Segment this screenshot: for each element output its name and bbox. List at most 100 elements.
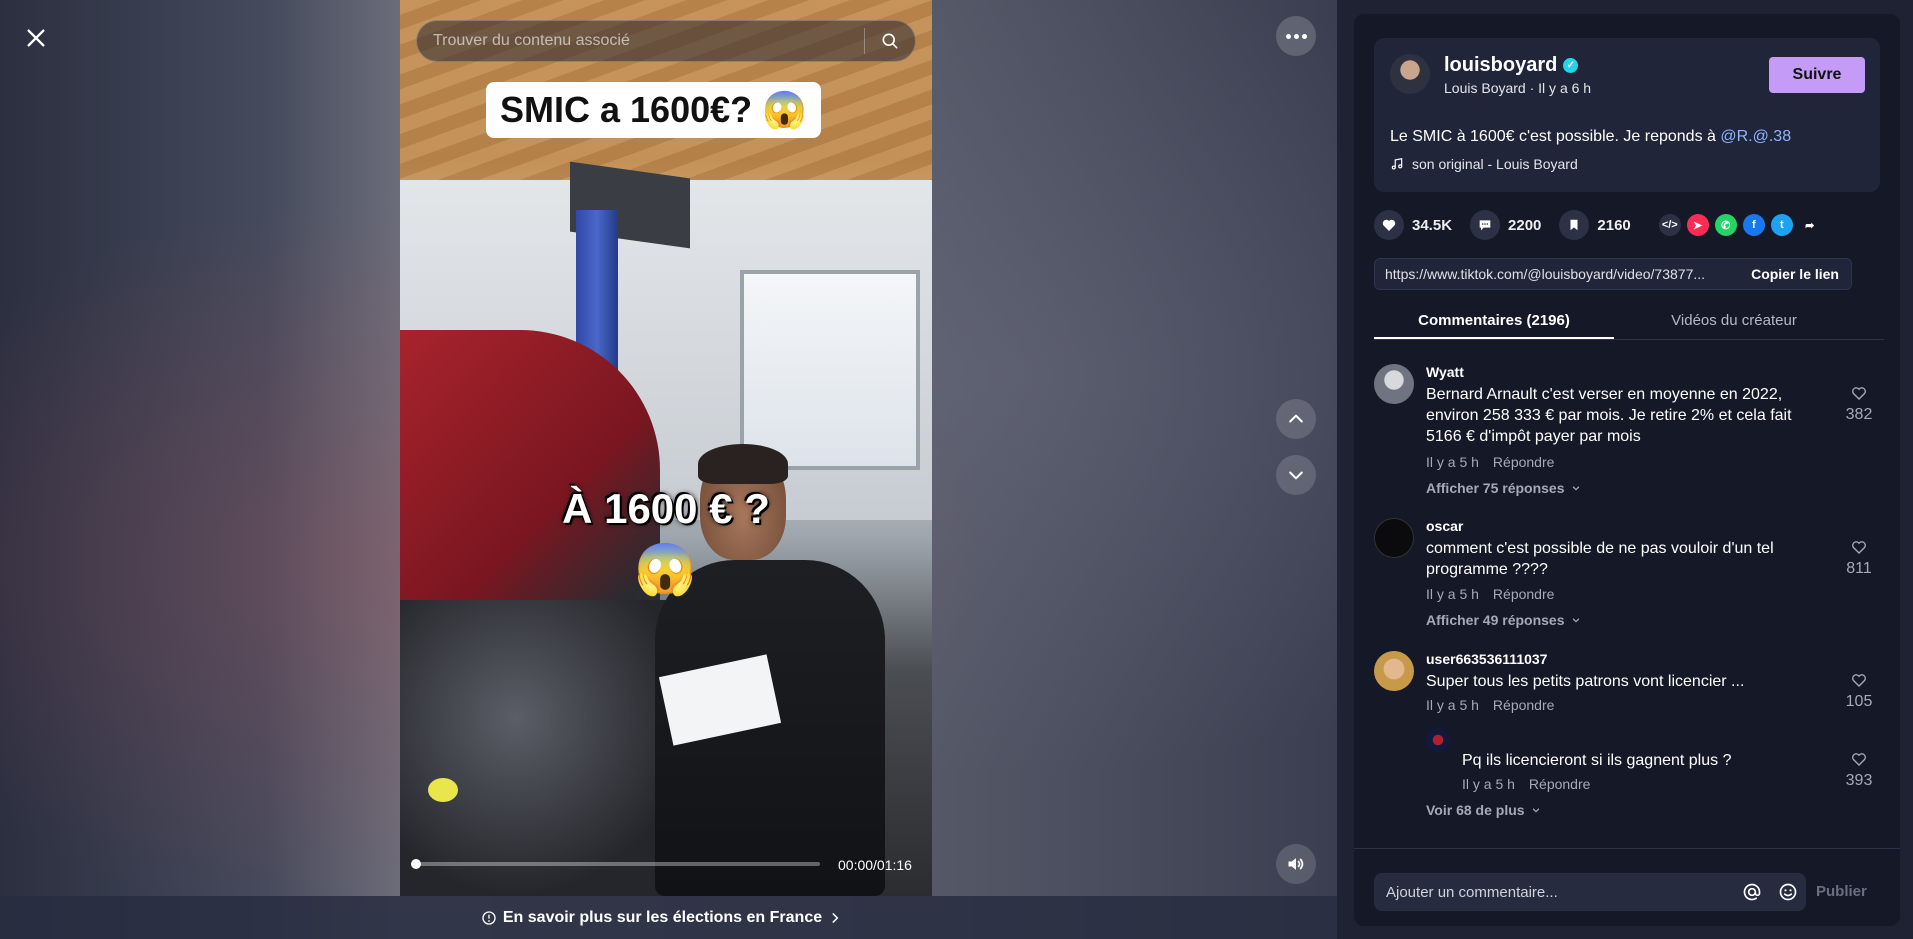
post-card: louisboyard ✓ Louis Boyard · Il y a 6 h … bbox=[1374, 38, 1880, 192]
reply-button[interactable]: Répondre bbox=[1493, 586, 1555, 602]
reply-like[interactable]: 393 bbox=[1844, 750, 1874, 790]
publish-button[interactable]: Publier bbox=[1816, 883, 1867, 900]
chevron-down-icon bbox=[1289, 471, 1303, 480]
heart-icon bbox=[1852, 674, 1866, 687]
heart-icon bbox=[1852, 541, 1866, 554]
view-more-replies-button[interactable]: Voir 68 de plus bbox=[1426, 802, 1541, 818]
comment-item: user663536111037 Super tous les petits p… bbox=[1374, 651, 1874, 713]
comment-username[interactable]: user663536111037 bbox=[1426, 651, 1547, 667]
music-link[interactable]: son original - Louis Boyard bbox=[1390, 156, 1578, 172]
chevron-right-icon bbox=[832, 912, 839, 923]
tab-comments[interactable]: Commentaires (2196) bbox=[1374, 304, 1614, 339]
save-count: 2160 bbox=[1597, 216, 1631, 234]
share-options: </> ➤ ✆ f t ➦ bbox=[1658, 214, 1821, 236]
reply-text: Pq ils licencieront si ils gagnent plus … bbox=[1462, 752, 1732, 769]
video-caption-mid: À 1600 € ? bbox=[562, 485, 770, 532]
comment-like-count: 105 bbox=[1845, 693, 1873, 710]
avatar[interactable] bbox=[1374, 518, 1414, 558]
view-replies-button[interactable]: Afficher 75 réponses bbox=[1426, 480, 1581, 496]
volume-icon bbox=[1288, 858, 1304, 870]
like-count: 34.5K bbox=[1412, 216, 1453, 234]
avatar[interactable] bbox=[1374, 651, 1414, 691]
author-meta: Louis Boyard · Il y a 6 h bbox=[1444, 80, 1592, 96]
whatsapp-icon[interactable]: ✆ bbox=[1714, 214, 1737, 236]
related-search bbox=[416, 20, 916, 62]
mention-button[interactable] bbox=[1734, 873, 1770, 911]
volume-button[interactable] bbox=[1276, 844, 1316, 884]
comment-like-count: 382 bbox=[1845, 406, 1873, 423]
progress-knob[interactable] bbox=[411, 859, 421, 869]
avatar[interactable] bbox=[1374, 364, 1414, 404]
video-link[interactable]: https://www.tiktok.com/@louisboyard/vide… bbox=[1375, 266, 1739, 282]
music-note-icon bbox=[1391, 158, 1403, 170]
comment-text: Super tous les petits patrons vont licen… bbox=[1426, 673, 1745, 690]
search-button[interactable] bbox=[865, 21, 915, 61]
share-icon[interactable]: ➦ bbox=[1799, 214, 1821, 236]
emoji-icon bbox=[1779, 883, 1797, 901]
comment-button[interactable]: 2200 bbox=[1470, 210, 1541, 240]
comment-text: comment c'est possible de ne pas vouloir… bbox=[1426, 540, 1774, 578]
comment-list: Wyatt Bernard Arnault c'est verser en mo… bbox=[1354, 350, 1900, 842]
view-replies-button[interactable]: Afficher 49 réponses bbox=[1426, 612, 1581, 628]
comment-meta: Il y a 5 h Répondre bbox=[1426, 697, 1555, 713]
follow-button[interactable]: Suivre bbox=[1769, 57, 1865, 93]
reply-like-count: 393 bbox=[1845, 772, 1873, 789]
like-button[interactable]: 34.5K bbox=[1374, 210, 1452, 240]
copy-link-button[interactable]: Copier le lien bbox=[1739, 266, 1851, 282]
next-video-button[interactable] bbox=[1276, 455, 1316, 495]
facebook-icon[interactable]: f bbox=[1742, 214, 1765, 236]
send-icon[interactable]: ➤ bbox=[1686, 214, 1709, 236]
emoji-button[interactable] bbox=[1770, 873, 1806, 911]
author-username[interactable]: louisboyard ✓ bbox=[1444, 54, 1579, 77]
previous-video-button[interactable] bbox=[1276, 399, 1316, 439]
comment-like[interactable]: 105 bbox=[1844, 671, 1874, 711]
embed-icon[interactable]: </> bbox=[1658, 214, 1681, 236]
reply-button[interactable]: Répondre bbox=[1493, 697, 1555, 713]
comment-username[interactable]: Wyatt bbox=[1426, 364, 1464, 380]
author-avatar[interactable] bbox=[1390, 54, 1430, 94]
comment-item: Wyatt Bernard Arnault c'est verser en mo… bbox=[1374, 364, 1874, 496]
avatar[interactable] bbox=[1426, 728, 1450, 752]
video-caption-top: SMIC a 1600€? 😱 bbox=[486, 82, 821, 138]
reply-meta: Il y a 5 h Répondre bbox=[1462, 776, 1591, 792]
comment-like[interactable]: 382 bbox=[1844, 384, 1874, 424]
comment-like-count: 811 bbox=[1846, 560, 1872, 577]
comment-text: Bernard Arnault c'est verser en moyenne … bbox=[1426, 386, 1792, 445]
comment-icon bbox=[1479, 220, 1491, 231]
comment-like[interactable]: 811 bbox=[1844, 538, 1874, 578]
save-button[interactable]: 2160 bbox=[1559, 210, 1631, 240]
heart-icon bbox=[1382, 219, 1396, 231]
search-input[interactable] bbox=[417, 32, 864, 50]
comment-username[interactable]: oscar bbox=[1426, 518, 1463, 534]
tab-creator-videos[interactable]: Vidéos du créateur bbox=[1614, 304, 1854, 339]
panel-tabs: Commentaires (2196) Vidéos du créateur bbox=[1374, 304, 1884, 340]
election-banner: En savoir plus sur les élections en Fran… bbox=[0, 896, 1337, 939]
comment-count: 2200 bbox=[1508, 216, 1542, 234]
progress-bar[interactable] bbox=[411, 859, 820, 869]
verified-icon: ✓ bbox=[1563, 58, 1579, 73]
comment-composer: Publier bbox=[1354, 848, 1900, 926]
bookmark-icon bbox=[1570, 219, 1578, 231]
reply-button[interactable]: Répondre bbox=[1529, 776, 1591, 792]
video-time: 00:00/01:16 bbox=[838, 857, 912, 873]
reply-button[interactable]: Répondre bbox=[1493, 454, 1555, 470]
link-box: https://www.tiktok.com/@louisboyard/vide… bbox=[1374, 258, 1852, 290]
close-button[interactable] bbox=[18, 20, 54, 56]
detail-panel-inner: louisboyard ✓ Louis Boyard · Il y a 6 h … bbox=[1354, 14, 1900, 926]
heart-icon bbox=[1852, 753, 1866, 766]
video-player[interactable]: SMIC a 1600€? 😱 À 1600 € ? 😱 00:00/01:16 bbox=[400, 0, 932, 896]
comment-input[interactable] bbox=[1374, 883, 1734, 901]
more-icon bbox=[1285, 33, 1291, 39]
at-icon bbox=[1743, 883, 1761, 901]
engagement-stats: 34.5K 2200 2160 </> ➤ ✆ f t ➦ bbox=[1374, 210, 1884, 240]
election-link[interactable]: En savoir plus sur les élections en Fran… bbox=[481, 909, 842, 927]
info-icon bbox=[482, 910, 496, 925]
more-options-button[interactable] bbox=[1276, 16, 1316, 56]
reply-item: Pq ils licencieront si ils gagnent plus … bbox=[1374, 728, 1874, 824]
chevron-up-icon bbox=[1289, 414, 1303, 423]
chevron-down-icon bbox=[1532, 808, 1539, 813]
mention-link[interactable]: @R.@.38 bbox=[1720, 128, 1791, 145]
twitter-icon[interactable]: t bbox=[1770, 214, 1793, 236]
comment-meta: Il y a 5 h Répondre bbox=[1426, 586, 1555, 602]
comment-meta: Il y a 5 h Répondre bbox=[1426, 454, 1555, 470]
